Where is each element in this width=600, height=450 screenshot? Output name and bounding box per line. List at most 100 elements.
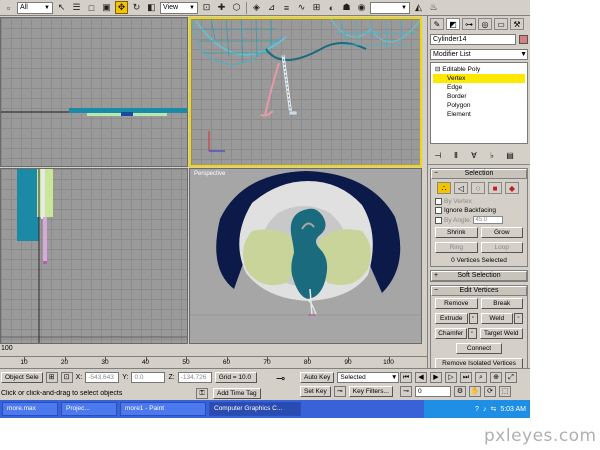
select-by-name-icon[interactable]: ☰ <box>70 1 83 14</box>
viewport-top-right[interactable] <box>189 17 422 167</box>
volume-icon[interactable]: ♪ <box>483 406 487 413</box>
quick-render-icon[interactable]: ◭ <box>412 1 425 14</box>
motion-tab-icon[interactable]: ◎ <box>478 18 492 30</box>
grow-button[interactable]: Grow <box>480 227 523 238</box>
remove-modifier-icon[interactable]: ♭ <box>486 150 498 160</box>
ring-button[interactable]: Ring <box>435 242 478 253</box>
key-icon[interactable]: ⚿ <box>196 388 208 399</box>
select-manipulate-icon[interactable]: ✚ <box>215 1 228 14</box>
teapot-icon[interactable]: ♨ <box>427 1 440 14</box>
by-vertex-checkbox[interactable]: By Vertex <box>431 197 527 206</box>
viewport-perspective[interactable]: Perspective <box>189 168 422 344</box>
key-filters-button[interactable]: Key Filters... <box>348 386 393 397</box>
time-config-icon[interactable]: ⚙ <box>454 386 466 397</box>
snap-icon[interactable]: ⬡ <box>230 1 243 14</box>
window-crossing-icon[interactable]: ▣ <box>100 1 113 14</box>
by-angle-spinner[interactable]: 45.0 <box>473 216 504 224</box>
select-object-icon[interactable]: ▫ <box>2 1 15 14</box>
absolute-mode-icon[interactable]: ⊡ <box>60 372 73 383</box>
modify-tab-icon[interactable]: ◩ <box>446 18 460 30</box>
z-coord-field[interactable]: -134.726 <box>177 372 212 383</box>
viewport-bottom-left[interactable] <box>0 168 188 344</box>
stack-item-border[interactable]: Border <box>433 92 525 101</box>
rotate-icon[interactable]: ↻ <box>130 1 143 14</box>
edit-vertices-header[interactable]: − Edit Vertices <box>431 286 527 296</box>
layers-icon[interactable]: ≡ <box>280 1 293 14</box>
chamfer-button[interactable]: Chamfer <box>435 328 467 339</box>
current-frame-field[interactable]: 0 <box>415 386 451 397</box>
go-to-start-icon[interactable]: ⏮ <box>400 372 412 383</box>
object-sele-field[interactable]: Object Sele <box>1 372 43 383</box>
connect-button[interactable]: Connect <box>456 343 502 354</box>
pan-icon[interactable]: ✋ <box>469 386 481 397</box>
taskbar-item[interactable]: more.max <box>2 402 58 416</box>
stack-item-vertex[interactable]: Vertex <box>433 74 525 83</box>
extrude-settings-icon[interactable]: ▫ <box>468 313 478 324</box>
viewport-top-left[interactable] <box>0 17 188 167</box>
stack-item-edge[interactable]: Edge <box>433 83 525 92</box>
remove-isolated-button[interactable]: Remove Isolated Vertices <box>435 358 523 368</box>
stack-item-polygon[interactable]: Polygon <box>433 101 525 110</box>
make-unique-icon[interactable]: ∀ <box>468 150 480 160</box>
move-icon[interactable]: ✥ <box>115 1 128 14</box>
select-arrow-icon[interactable]: ↖ <box>55 1 68 14</box>
play-icon[interactable]: ▶ <box>430 372 442 383</box>
zoom-all-icon[interactable]: ⊕ <box>490 372 502 383</box>
stack-root-editable-poly[interactable]: ⊟ Editable Poly <box>433 65 525 74</box>
soft-selection-header[interactable]: + Soft Selection <box>431 271 527 281</box>
stack-item-element[interactable]: Element <box>433 110 525 119</box>
by-angle-checkbox[interactable]: By Angle: 45.0 <box>431 215 527 225</box>
lock-selection-icon[interactable]: ⊞ <box>45 372 58 383</box>
remove-button[interactable]: Remove <box>435 298 478 309</box>
display-tab-icon[interactable]: ▭ <box>494 18 508 30</box>
create-tab-icon[interactable]: ✎ <box>430 18 444 30</box>
taskbar-item[interactable]: Computer Graphics C... <box>209 402 301 416</box>
taskbar-item[interactable]: more1 - Paint <box>120 402 206 416</box>
vertex-mode-icon[interactable]: ∴ <box>437 182 451 194</box>
show-end-result-icon[interactable]: Ⅱ <box>450 150 462 160</box>
maximize-viewport-icon[interactable]: ⬚ <box>499 386 511 397</box>
key-mode-icon[interactable]: ⊸ <box>276 372 285 385</box>
rect-region-icon[interactable]: □ <box>85 1 98 14</box>
loop-button[interactable]: Loop <box>480 242 523 253</box>
pin-stack-icon[interactable]: ⊣ <box>432 150 444 160</box>
hierarchy-tab-icon[interactable]: ⊶ <box>462 18 476 30</box>
object-name-field[interactable]: Cylinder14 <box>430 34 516 45</box>
scale-icon[interactable]: ◧ <box>145 1 158 14</box>
clock[interactable]: 5:03 AM <box>500 406 526 413</box>
add-time-tag-button[interactable]: Add Time Tag <box>213 388 261 399</box>
ignore-backfacing-checkbox[interactable]: Ignore Backfacing <box>431 206 527 215</box>
render-icon[interactable]: ◉ <box>355 1 368 14</box>
key-mode-toggle-icon[interactable]: ⊸ <box>400 386 412 397</box>
mirror-icon[interactable]: ◈ <box>250 1 263 14</box>
pivot-icon[interactable]: ⊡ <box>200 1 213 14</box>
y-coord-field[interactable]: 0.0 <box>131 372 166 383</box>
object-color-swatch[interactable] <box>519 35 528 44</box>
set-key-large-icon[interactable]: ⊸ <box>333 386 346 397</box>
x-coord-field[interactable]: -543.643 <box>85 372 120 383</box>
chamfer-settings-icon[interactable]: ▫ <box>467 328 477 339</box>
arc-rotate-icon[interactable]: ⟳ <box>484 386 496 397</box>
extrude-button[interactable]: Extrude <box>435 313 468 324</box>
ref-coord-dropdown[interactable]: View ▼ <box>160 1 198 14</box>
element-mode-icon[interactable]: ◆ <box>505 182 519 194</box>
time-ruler[interactable]: 10 20 30 40 50 60 70 80 90 100 <box>0 356 427 368</box>
weld-button[interactable]: Weld <box>480 313 513 324</box>
weld-settings-icon[interactable]: ▫ <box>514 313 523 324</box>
time-slider-label[interactable]: 100 <box>0 345 13 353</box>
utilities-tab-icon[interactable]: ⚒ <box>510 18 524 30</box>
previous-frame-icon[interactable]: ◀ <box>415 372 427 383</box>
set-key-button[interactable]: Set Key <box>300 386 331 397</box>
shrink-button[interactable]: Shrink <box>435 227 478 238</box>
polygon-mode-icon[interactable]: ■ <box>488 182 502 194</box>
align-icon[interactable]: ⊿ <box>265 1 278 14</box>
go-to-end-icon[interactable]: ⏭ <box>460 372 472 383</box>
modifier-list-dropdown[interactable]: Modifier List ▼ <box>430 49 528 60</box>
selection-rollout-header[interactable]: − Selection <box>431 169 527 179</box>
material-editor-icon[interactable]: ◐ <box>325 1 338 14</box>
schematic-icon[interactable]: ⊞ <box>310 1 323 14</box>
selection-filter-dropdown[interactable]: All ▼ <box>17 1 53 14</box>
target-weld-button[interactable]: Target Weld <box>479 328 523 339</box>
curve-editor-icon[interactable]: ∿ <box>295 1 308 14</box>
break-button[interactable]: Break <box>480 298 523 309</box>
